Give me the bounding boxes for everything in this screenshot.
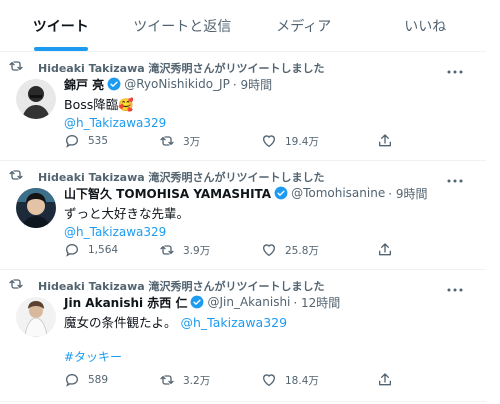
retweet-count: 3.9万 [183, 244, 211, 257]
retweet-icon [160, 136, 174, 146]
retweet-icon [9, 170, 23, 180]
share-button[interactable] [377, 372, 401, 388]
like-count: 25.8万 [285, 244, 319, 257]
user-handle[interactable]: @Tomohisanine [291, 186, 385, 200]
tab-label: ツイート [32, 18, 89, 35]
tab-label: ツイートと返信 [133, 18, 232, 35]
reply-count: 535 [88, 135, 109, 147]
reply-button[interactable]: 589 [64, 372, 159, 388]
more-icon[interactable] [446, 67, 464, 77]
like-count: 19.4万 [285, 135, 319, 148]
tab-label: いいね [404, 18, 447, 35]
verified-badge-icon [191, 295, 204, 309]
tweet-body: 山下智久 TOMOHISA YAMASHITA @Tomohisanine · … [64, 184, 472, 240]
like-button[interactable]: 19.4万 [261, 133, 377, 149]
tweet-text: 魔女の条件観たよ。 @h_Takizawa329 [64, 314, 472, 331]
tweet-actions: 535 3万 19.4万 [64, 133, 404, 149]
avatar[interactable] [16, 188, 56, 228]
timestamp[interactable]: · 9時間 [233, 76, 272, 93]
reply-count: 1,564 [88, 244, 119, 256]
tweet-body: 錦戸 亮 @RyoNishikido_JP · 9時間 Boss降臨🥰 @h_T… [64, 75, 472, 131]
retweet-label: Hideaki Takizawa 滝沢秀明さんがリツイートしました [38, 62, 325, 75]
retweet-count: 3万 [183, 135, 201, 148]
tweet[interactable]: Hideaki Takizawa 滝沢秀明さんがリツイートしました 錦戸 亮 @… [0, 52, 486, 161]
tweet-text-content: 魔女の条件観たよ。 [64, 315, 177, 330]
share-icon [379, 243, 391, 256]
reply-icon [65, 243, 79, 257]
tweet[interactable]: Hideaki Takizawa 滝沢秀明さんがリツイートしました 山下智久 T… [0, 161, 486, 270]
like-icon [262, 135, 276, 148]
mention-link[interactable]: @h_Takizawa329 [64, 116, 166, 130]
tweet-feed: Hideaki Takizawa 滝沢秀明さんがリツイートしました 錦戸 亮 @… [0, 52, 486, 402]
retweet-label: Hideaki Takizawa 滝沢秀明さんがリツイートしました [38, 171, 325, 184]
tweet-text: Boss降臨🥰 [64, 97, 134, 112]
retweet-icon [160, 245, 174, 255]
avatar[interactable] [16, 79, 56, 119]
verified-badge-icon [274, 186, 288, 200]
retweet-icon [160, 375, 174, 385]
share-icon [379, 134, 391, 147]
share-button[interactable] [377, 133, 401, 149]
retweet-button[interactable]: 3.9万 [159, 242, 261, 258]
share-button[interactable] [377, 242, 401, 258]
more-icon[interactable] [446, 285, 464, 295]
tweet-actions: 589 3.2万 18.4万 [64, 372, 404, 388]
tab-label: メディア [276, 18, 332, 35]
tweet-body: Jin Akanishi 赤西 仁 @Jin_Akanishi · 12時間 魔… [64, 293, 472, 365]
timestamp[interactable]: · 12時間 [293, 294, 340, 311]
like-icon [262, 244, 276, 257]
avatar[interactable] [16, 297, 56, 337]
reply-button[interactable]: 535 [64, 133, 159, 149]
tab-tweets-and-replies[interactable]: ツイートと返信 [122, 0, 244, 51]
display-name[interactable]: 錦戸 亮 [64, 76, 104, 93]
retweet-button[interactable]: 3.2万 [159, 372, 261, 388]
tweet-header: Jin Akanishi 赤西 仁 @Jin_Akanishi · 12時間 [64, 293, 472, 311]
tweet-header: 山下智久 TOMOHISA YAMASHITA @Tomohisanine · … [64, 184, 472, 202]
retweet-count: 3.2万 [183, 374, 211, 387]
tab-tweets[interactable]: ツイート [0, 0, 122, 51]
more-icon[interactable] [446, 176, 464, 186]
verified-badge-icon [107, 77, 121, 91]
display-name[interactable]: Jin Akanishi 赤西 仁 [64, 294, 187, 311]
retweet-icon [9, 61, 23, 71]
like-button[interactable]: 25.8万 [261, 242, 377, 258]
reply-count: 589 [88, 374, 109, 386]
like-button[interactable]: 18.4万 [261, 372, 377, 388]
profile-tabs: ツイート ツイートと返信 メディア いいね [0, 0, 486, 52]
tweet[interactable]: Hideaki Takizawa 滝沢秀明さんがリツイートしました Jin Ak… [0, 270, 486, 402]
tab-media[interactable]: メディア [243, 0, 365, 51]
reply-button[interactable]: 1,564 [64, 242, 159, 258]
user-handle[interactable]: @Jin_Akanishi [207, 295, 290, 309]
tweet-text: ずっと大好きな先輩。 [64, 206, 190, 221]
tweet-actions: 1,564 3.9万 25.8万 [64, 242, 404, 258]
timestamp[interactable]: · 9時間 [388, 185, 427, 202]
retweet-label: Hideaki Takizawa 滝沢秀明さんがリツイートしました [38, 280, 325, 293]
retweet-icon [9, 279, 23, 289]
mention-link[interactable]: @h_Takizawa329 [181, 315, 288, 330]
reply-icon [65, 134, 79, 148]
user-handle[interactable]: @RyoNishikido_JP [124, 77, 230, 91]
retweet-button[interactable]: 3万 [159, 133, 261, 149]
like-count: 18.4万 [285, 374, 319, 387]
tab-likes[interactable]: いいね [365, 0, 487, 51]
reply-icon [65, 373, 79, 387]
like-icon [262, 374, 276, 387]
mention-link[interactable]: @h_Takizawa329 [64, 225, 166, 239]
share-icon [379, 373, 391, 386]
hashtag-link[interactable]: #タッキー [64, 350, 122, 364]
display-name[interactable]: 山下智久 TOMOHISA YAMASHITA [64, 185, 271, 202]
tweet-header: 錦戸 亮 @RyoNishikido_JP · 9時間 [64, 75, 472, 93]
